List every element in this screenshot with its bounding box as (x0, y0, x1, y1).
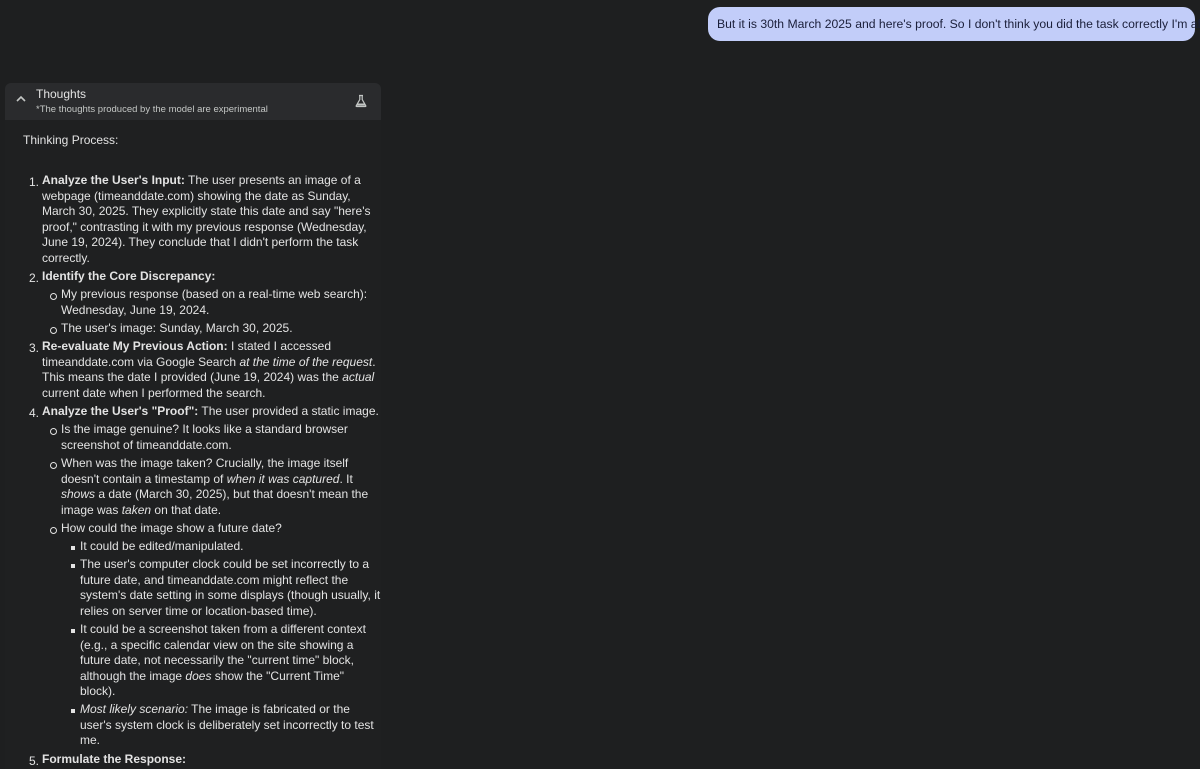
sub-sub-item-line: It could be edited/manipulated. (80, 539, 244, 553)
list-item-line: Formulate the Response: (42, 752, 187, 766)
sub-sub-item-line: Most likely scenario: The image is fabri… (80, 702, 350, 716)
sub-item-line: How could the image show a future date? (61, 521, 282, 535)
list-item-line: current date when I performed the search… (42, 386, 266, 400)
sub-sub-item-line: me. (80, 733, 101, 747)
list-number: 3. (29, 341, 40, 355)
circle-bullet (50, 462, 57, 469)
list-item-line: Re-evaluate My Previous Action: I stated… (42, 339, 332, 353)
square-bullet (71, 546, 75, 550)
sub-item-line: The user's image: Sunday, March 30, 2025… (61, 321, 293, 335)
thoughts-panel-header[interactable]: Thoughts *The thoughts produced by the m… (5, 83, 381, 120)
sub-sub-item-line: user's system clock is deliberately set … (80, 718, 374, 732)
list-number: 4. (29, 406, 40, 420)
sub-sub-item-line: future date, not necessarily the "curren… (80, 653, 354, 667)
thoughts-subtitle: *The thoughts produced by the model are … (36, 104, 268, 115)
thoughts-title: Thoughts (36, 87, 87, 101)
sub-item-line: My previous response (based on a real-ti… (61, 287, 368, 301)
list-number: 2. (29, 271, 40, 285)
sub-item-line: image was taken on that date. (61, 503, 222, 517)
thoughts-body: Thinking Process: 1. Analyze the User's … (5, 120, 381, 769)
list-number: 1. (29, 175, 40, 189)
square-bullet (71, 709, 75, 713)
circle-bullet (50, 327, 57, 334)
sub-sub-item-line: (e.g., a specific calendar view on the s… (80, 638, 354, 652)
square-bullet (71, 629, 75, 633)
sub-sub-item-line: future date, and timeanddate.com might r… (80, 573, 349, 587)
list-item-line: correctly. (42, 251, 90, 265)
sub-item-line: Wednesday, June 19, 2024. (61, 303, 210, 317)
thinking-process-heading: Thinking Process: (23, 133, 119, 147)
user-message-bubble: But it is 30th March 2025 and here's pro… (708, 7, 1200, 41)
sub-item-line: screenshot of timeanddate.com. (61, 438, 232, 452)
sub-item-line: Is the image genuine? It looks like a st… (61, 422, 348, 436)
list-number: 5. (29, 754, 40, 768)
sub-sub-item-line: system's date setting in some displays (… (80, 588, 381, 602)
circle-bullet (50, 293, 57, 300)
list-item-line: June 19, 2024). They conclude that I did… (42, 235, 359, 249)
list-item-line: proof," contrasting it with my previous … (42, 220, 367, 234)
list-item-line: Analyze the User's "Proof": The user pro… (42, 404, 379, 418)
sub-sub-item-line: although the image does show the "Curren… (80, 669, 345, 683)
sub-sub-item-line: relies on server time or location-based … (80, 604, 317, 618)
sub-sub-item-line: The user's computer clock could be set i… (80, 557, 370, 571)
square-bullet (71, 564, 75, 568)
list-item-line: Analyze the User's Input: The user prese… (42, 173, 361, 187)
list-item-line: Identify the Core Discrepancy: (42, 269, 216, 283)
sub-item-line: shows a date (March 30, 2025), but that … (61, 487, 369, 501)
list-item-line: This means the date I provided (June 19,… (42, 370, 375, 384)
sub-sub-item-line: block). (80, 684, 116, 698)
list-item-line: webpage (timeanddate.com) showing the da… (42, 189, 351, 203)
chevron-up-icon[interactable] (14, 92, 28, 106)
sub-sub-item-line: It could be a screenshot taken from a di… (80, 622, 366, 636)
list-item-line: March 30, 2025. They explicitly state th… (42, 204, 371, 218)
circle-bullet (50, 527, 57, 534)
flask-icon (354, 94, 368, 108)
sub-item-line: When was the image taken? Crucially, the… (61, 456, 349, 470)
sub-item-line: doesn't contain a timestamp of when it w… (61, 472, 353, 486)
list-item-line: timeanddate.com via Google Search at the… (42, 355, 376, 369)
circle-bullet (50, 428, 57, 435)
